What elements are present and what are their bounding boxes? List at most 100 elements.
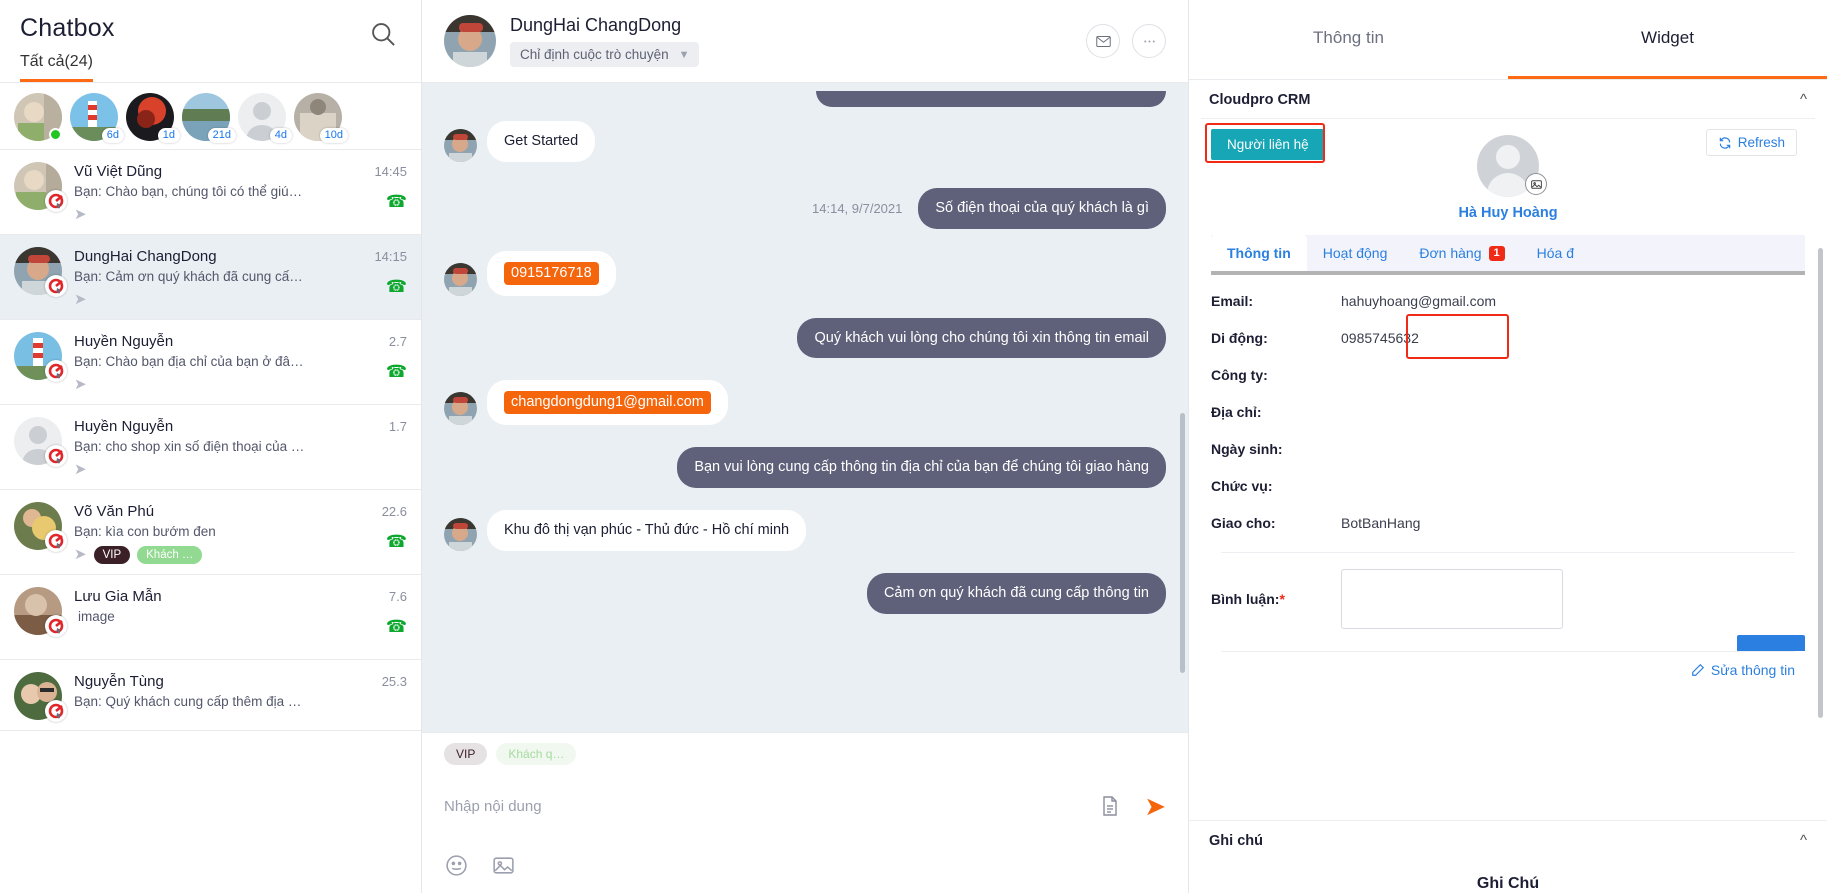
story-item[interactable]: 4d [238,93,292,143]
refresh-button[interactable]: Refresh [1705,129,1797,156]
message-row: 14:14, 9/7/2021 Số điện thoại của quý kh… [444,187,1166,229]
conversation-row[interactable]: Nguyễn Tùng Bạn: Quý khách cung cấp thêm… [0,660,421,731]
field-row: Giao cho: BotBanHang [1211,515,1805,531]
story-badge: 1d [157,128,180,143]
story-item[interactable]: 6d [70,93,124,143]
conversation-row[interactable]: Huyền Nguyễn Bạn: Chào bạn địa chỉ của b… [0,320,421,405]
field-label: Giao cho: [1211,515,1276,531]
conversation-sidebar: Chatbox Tất cả(24) 6d 1d 21d 4d 10d Vũ V… [0,0,422,893]
conversation-tags: ➤ [74,290,407,309]
message-preview: Bạn: kìa con bướm đen [74,524,216,539]
conversation-tags: ➤ [74,375,407,394]
timestamp: 14:15 [374,249,407,264]
story-item[interactable] [14,93,62,141]
comment-textarea[interactable] [1341,569,1563,629]
message-timestamp: 14:14, 9/7/2021 [812,200,903,216]
search-icon[interactable] [369,20,399,50]
tab-widget[interactable]: Widget [1508,0,1827,79]
field-label: Email: [1211,293,1254,309]
timestamp: 7.6 [388,589,407,604]
tag-customer[interactable]: Khách q… [496,743,577,765]
reply-icon: ➤ [74,376,87,393]
conversation-meta: 2.7 ☎ [386,334,407,380]
highlighted-phone: 0915176718 [504,261,599,285]
message-row: Cảm ơn quý khách đã cung cấp thông tin [444,572,1166,614]
story-item[interactable]: 10d [294,93,348,143]
edit-info-link[interactable]: Sửa thông tin [1211,662,1805,678]
avatar [14,247,67,297]
document-icon[interactable] [1098,794,1122,818]
conversation-row[interactable]: Vũ Việt Dũng Bạn: Chào bạn, chúng tôi có… [0,150,421,235]
chat-contact-name: DungHai ChangDong [510,15,682,35]
chat-tag-bar: VIP Khách q… [422,732,1188,775]
image-icon[interactable] [491,853,516,878]
timestamp: 2.7 [388,334,407,349]
contact-name: Nguyễn Tùng [74,673,164,690]
reply-icon: ➤ [74,206,87,223]
conversation-row[interactable]: Lưu Gia Mẫn image 7.6 ☎ [0,575,421,660]
field-row: Công ty: [1211,367,1805,383]
avatar [444,15,496,67]
timestamp: 25.3 [381,674,407,689]
message-row: Get Started [444,121,1166,162]
tag-vip[interactable]: VIP [93,545,131,564]
ellipsis-icon[interactable] [1132,24,1166,58]
sidebar-tab-all[interactable]: Tất cả(24) [20,51,93,82]
conversation-row[interactable]: DungHai ChangDong Bạn: Cảm ơn quý khách … [0,235,421,320]
conversation-body: Huyền Nguyễn Bạn: cho shop xin số điện t… [74,417,407,479]
required-marker: * [1279,591,1285,607]
message-input[interactable] [444,797,1081,815]
mail-icon[interactable] [1086,24,1120,58]
contact-person-button[interactable]: Người liên hệ [1211,129,1325,160]
conversation-row[interactable]: Võ Văn Phú Bạn: kìa con bướm đen ➤ VIP K… [0,490,421,575]
chevron-up-icon[interactable]: ^ [1800,832,1807,849]
tag-vip[interactable]: VIP [444,743,488,765]
message-bubble: changdongdung1@gmail.com [487,380,728,426]
assign-conversation-dropdown[interactable]: Chỉ định cuộc trò chuyện ▼ [510,42,700,67]
refresh-label: Refresh [1737,135,1785,150]
message-row [444,91,1166,107]
field-label: Di động: [1211,330,1268,346]
emoji-icon[interactable] [444,853,469,878]
phone-icon: ☎ [385,192,407,211]
crm-tab-thong-tin[interactable]: Thông tin [1211,235,1307,271]
chat-panel: DungHai ChangDong Chỉ định cuộc trò chuy… [422,0,1189,893]
reply-icon: ➤ [74,291,87,308]
contact-name: Vũ Việt Dũng [74,163,163,180]
message-row: Bạn vui lòng cung cấp thông tin địa chỉ … [444,447,1166,489]
panel-scrollbar[interactable] [1818,248,1823,718]
divider [1221,552,1795,553]
message-scrollbar[interactable] [1180,413,1185,673]
tag-customer[interactable]: Khách … [137,545,203,564]
source-icon [45,360,67,382]
message-bubble: Số điện thoại của quý khách là gì [918,187,1166,229]
note-section-header: Ghi chú ^ [1189,821,1827,859]
composer-toolbar [422,837,1188,893]
avatar [444,262,477,296]
reply-icon: ➤ [74,546,87,563]
send-icon[interactable]: ➤ [1144,793,1166,819]
crm-tab-don-hang[interactable]: Đơn hàng 1 [1403,235,1520,271]
message-preview: Bạn: Chào bạn địa chỉ của bạn ở đâu ạ? [74,354,306,369]
save-button[interactable] [1737,635,1805,651]
crm-fields: Email: hahuyhoang@gmail.com Di động: 098… [1201,275,1815,678]
crm-tab-hoat-dong[interactable]: Hoạt động [1307,235,1404,271]
conversation-body: DungHai ChangDong Bạn: Cảm ơn quý khách … [74,247,407,309]
crm-tab-hoa-don[interactable]: Hóa đ [1521,235,1590,271]
conversation-row[interactable]: Huyền Nguyễn Bạn: cho shop xin số điện t… [0,405,421,490]
field-row: Email: hahuyhoang@gmail.com [1211,293,1805,309]
crm-contact-name[interactable]: Hà Huy Hoàng [1201,205,1815,221]
field-row: Ngày sinh: [1211,441,1805,457]
story-item[interactable]: 1d [126,93,180,143]
message-row: Khu đô thị vạn phúc - Thủ đức - Hồ chí m… [444,510,1166,551]
message-composer: ➤ [422,775,1188,837]
image-upload-icon[interactable] [1525,173,1547,195]
story-item[interactable]: 21d [182,93,236,143]
conversation-meta: 22.6 ☎ [382,504,407,550]
reply-icon: ➤ [74,461,87,478]
tab-thong-tin[interactable]: Thông tin [1189,0,1508,79]
chevron-up-icon[interactable]: ^ [1800,91,1807,108]
online-dot [49,128,62,141]
comment-label-text: Bình luận: [1211,591,1280,607]
avatar [14,332,67,382]
